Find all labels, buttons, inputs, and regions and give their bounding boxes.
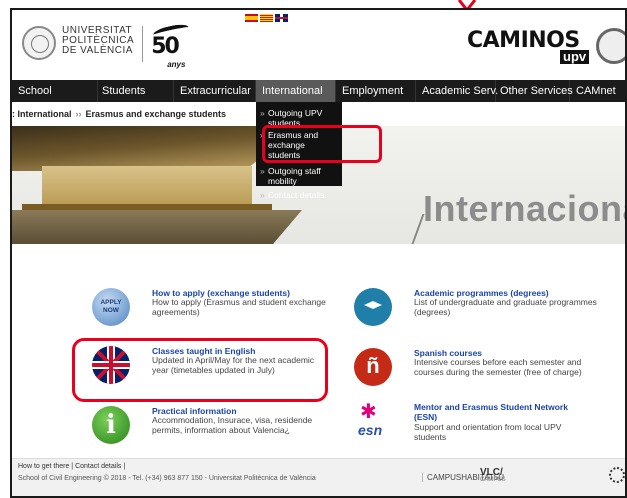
dropdown-highlight-box: [262, 125, 382, 163]
vlc-campus-logo[interactable]: VLC/ CAMPUS: [480, 467, 506, 483]
card-esn[interactable]: ✱ esn Mentor and Erasmus Student Network…: [354, 402, 594, 446]
footer-links[interactable]: How to get there | Contact details |: [18, 463, 125, 470]
graduation-cap-icon: [354, 288, 392, 326]
info-icon: i: [92, 406, 130, 444]
esn-star-icon: ✱: [360, 401, 377, 423]
enye-glyph: ñ: [366, 353, 380, 378]
anniversary-logo: 50 anys: [151, 22, 191, 70]
hero-title: Internaciona: [423, 188, 627, 229]
site-header: UNIVERSITAT POLITÈCNICA DE VALÈNCIA 50 a…: [12, 10, 625, 80]
nav-item-school[interactable]: School: [12, 80, 98, 102]
nav-item-employment[interactable]: Employment: [336, 80, 416, 102]
cap-shape: [364, 301, 382, 309]
card-desc: Accommodation, Insurace, visa, residende…: [152, 415, 313, 435]
upv-seal-icon: [22, 26, 56, 60]
school-brand-sub: upv: [560, 50, 590, 64]
breadcrumb-label-international: International: [17, 109, 72, 119]
dropdown-item-outgoing-staff[interactable]: Outgoing staff mobility: [256, 164, 342, 188]
uk-cross-h: [92, 363, 130, 367]
upv-logo[interactable]: UNIVERSITAT POLITÈCNICA DE VALÈNCIA 50 a…: [22, 22, 191, 70]
hero-pagoda-rail: [22, 204, 272, 210]
esn-label: esn: [358, 422, 383, 438]
browser-page: UNIVERSITAT POLITÈCNICA DE VALÈNCIA 50 a…: [10, 8, 627, 498]
spanish-enye-icon: ñ: [354, 348, 392, 386]
site-footer: How to get there | Contact details | Sch…: [12, 458, 625, 496]
nav-item-extracurricular[interactable]: Extracurricular: [174, 80, 256, 102]
nav-item-international[interactable]: International: [256, 80, 336, 102]
card-how-to-apply[interactable]: APPLY NOW How to apply (exchange student…: [92, 288, 332, 328]
card-spanish-courses[interactable]: ñ Spanish courses Intensive courses befo…: [354, 348, 594, 388]
card-desc: Support and orientation from local UPV s…: [414, 422, 562, 442]
card-desc: List of undergraduate and graduate progr…: [414, 297, 597, 317]
vlc-sub-label: CAMPUS: [480, 477, 506, 483]
dropdown-item-contact-details[interactable]: Contact details: [256, 188, 342, 202]
card-academic-programmes[interactable]: Academic programmes (degrees) List of un…: [354, 288, 597, 328]
nav-item-camnet[interactable]: CAMnet: [570, 80, 622, 102]
card-desc: Intensive courses before each semester a…: [414, 357, 582, 377]
breadcrumb-item-international[interactable]: : International: [12, 102, 72, 126]
nav-item-other-services[interactable]: Other Services: [496, 80, 573, 102]
upv-name: UNIVERSITAT POLITÈCNICA DE VALÈNCIA: [62, 26, 134, 56]
nav-item-academic-serv[interactable]: Academic Serv.: [416, 80, 498, 102]
anniversary-label: anys: [167, 60, 186, 69]
es-flag-icon[interactable]: [245, 14, 258, 22]
nav-item-students[interactable]: Students: [98, 80, 174, 102]
gear-logo-icon: [609, 467, 625, 483]
anniversary-number: 50: [151, 34, 180, 59]
hero-pagoda-base: [12, 210, 302, 244]
esn-logo-icon: ✱ esn: [354, 402, 392, 440]
school-seal-icon: [596, 28, 625, 64]
language-switcher: [245, 14, 288, 22]
info-glyph: i: [106, 410, 116, 440]
main-nav: School Students Extracurricular Internat…: [12, 80, 625, 102]
breadcrumb-item-erasmus[interactable]: Erasmus and exchange students: [86, 102, 227, 126]
logo-divider: [142, 26, 144, 62]
ca-flag-icon[interactable]: [260, 14, 273, 22]
card-practical-information[interactable]: i Practical information Accommodation, I…: [92, 406, 332, 446]
card-desc: How to apply (Erasmus and student exchan…: [152, 297, 326, 317]
apply-now-icon-text: APPLY NOW: [100, 299, 122, 314]
upv-name-line-3: DE VALÈNCIA: [62, 45, 133, 56]
card-title[interactable]: Mentor and Erasmus Student Network (ESN): [414, 402, 584, 422]
breadcrumb-separator: ››: [75, 109, 82, 119]
hero-pagoda-body: [42, 166, 252, 206]
breadcrumb: : International ›› Erasmus and exchange …: [12, 102, 226, 126]
footer-copyright: School of Civil Engineering © 2018 - Tel…: [18, 475, 316, 482]
apply-now-icon: APPLY NOW: [92, 288, 130, 326]
en-flag-icon[interactable]: [275, 14, 288, 22]
